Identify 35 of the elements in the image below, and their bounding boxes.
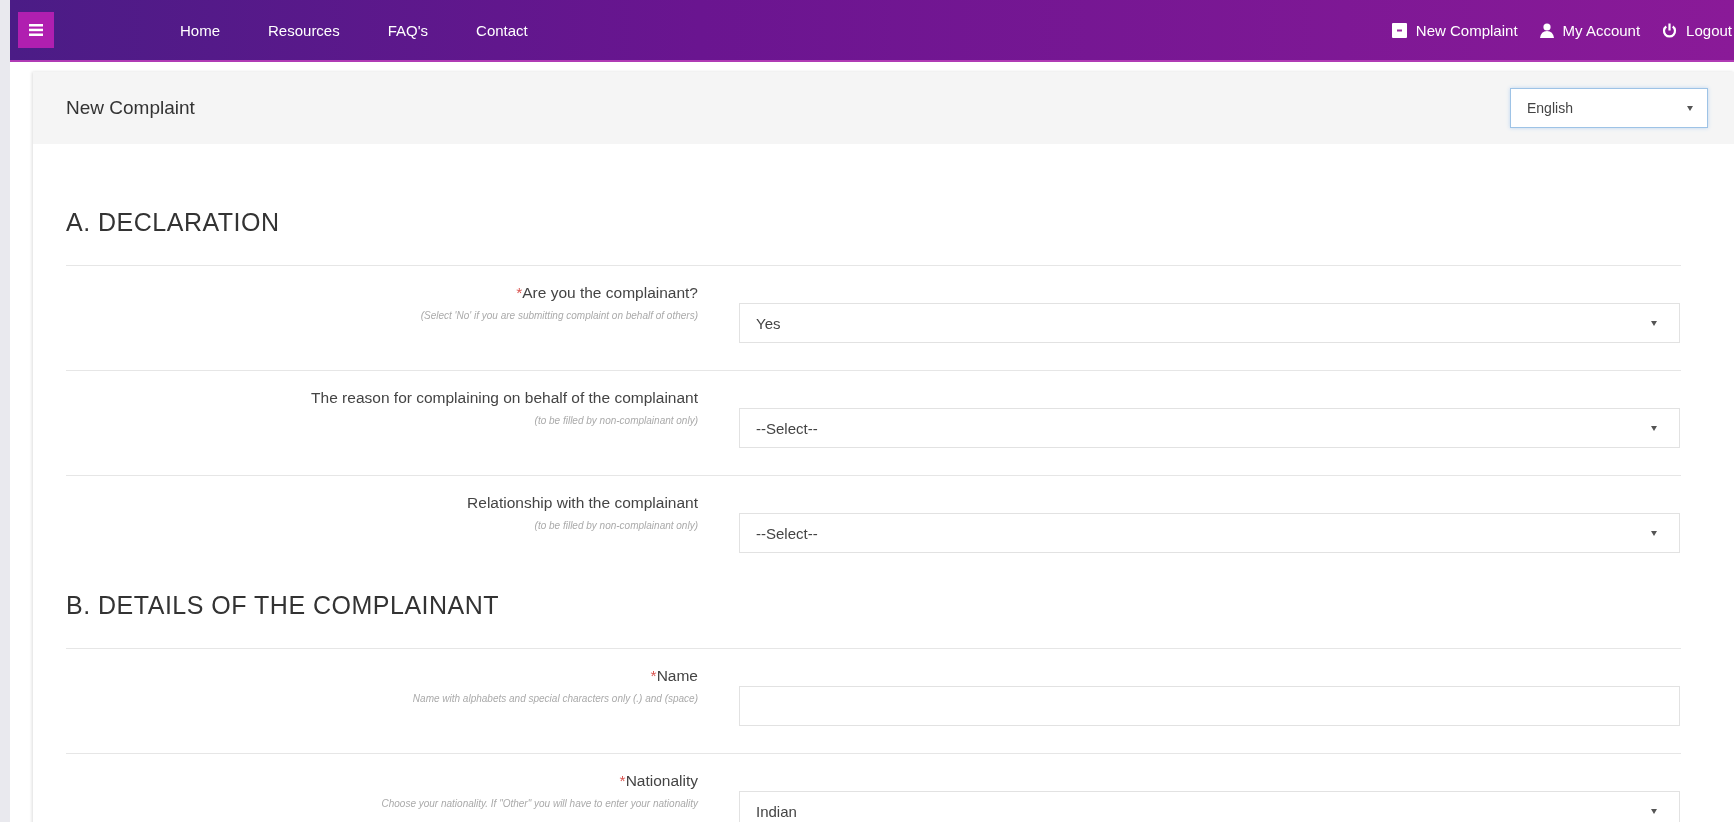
select-field[interactable]: --Select-- xyxy=(739,513,1680,553)
language-select[interactable]: English xyxy=(1510,88,1708,128)
field-hint: (to be filled by non-complainant only) xyxy=(534,520,698,532)
nav-link[interactable]: Resources xyxy=(268,21,340,39)
caret-icon xyxy=(1687,105,1693,111)
caret-icon xyxy=(1651,320,1657,326)
nav-action-link[interactable]: My Account xyxy=(1539,21,1641,39)
field-label: Relationship with the complainant xyxy=(467,494,698,512)
field-label: *Name xyxy=(650,667,698,685)
power-icon xyxy=(1662,22,1678,38)
page-title: New Complaint xyxy=(66,97,195,119)
select-field[interactable]: --Select-- xyxy=(739,408,1680,448)
caret-icon xyxy=(1651,808,1657,814)
field-hint: (Select 'No' if you are submitting complaint on behalf of others) xyxy=(420,310,698,322)
nav-link[interactable]: Contact xyxy=(476,21,528,39)
section-heading: B. DETAILS OF THE COMPLAINANT xyxy=(66,590,501,621)
caret-icon xyxy=(1651,530,1657,536)
menu-icon xyxy=(29,24,43,36)
select-field[interactable]: Yes xyxy=(739,303,1680,343)
field-hint: Name with alphabets and special characters only (.) and (space) xyxy=(412,693,698,705)
menu-button[interactable] xyxy=(18,12,54,48)
field-hint: (to be filled by non-complainant only) xyxy=(534,415,698,427)
nav-action-link[interactable]: New Complaint xyxy=(1391,21,1518,39)
nav-link[interactable]: Home xyxy=(180,21,220,39)
field-label: *Nationality xyxy=(619,772,698,790)
field-label: *Are you the complainant? xyxy=(516,284,698,302)
field-label: The reason for complaining on behalf of the complainant xyxy=(311,389,698,407)
nav-action-link[interactable]: Logout xyxy=(1662,21,1732,39)
field-hint: Choose your nationality. If "Other" you will have to enter your nationality xyxy=(381,798,698,810)
caret-icon xyxy=(1651,425,1657,431)
nav-link[interactable]: FAQ's xyxy=(387,21,429,39)
section-heading: A. DECLARATION xyxy=(66,207,281,238)
text-input-field[interactable] xyxy=(739,686,1680,726)
select-field[interactable]: Indian xyxy=(739,791,1680,822)
user-icon xyxy=(1539,22,1554,38)
